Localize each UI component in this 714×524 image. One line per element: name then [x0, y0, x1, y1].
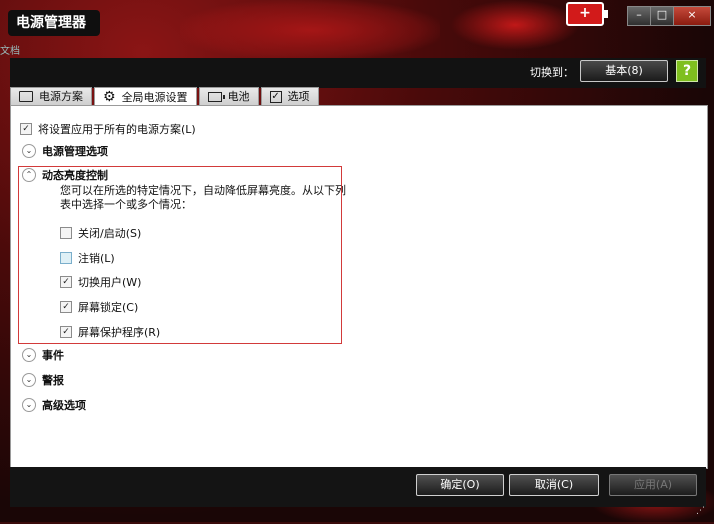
tab-label: 选项 — [287, 90, 310, 103]
tab-power-plan[interactable]: 电源方案 — [10, 87, 92, 105]
apply-all-checkbox[interactable]: ✓ — [20, 123, 32, 135]
minimize-button[interactable]: – — [627, 6, 651, 26]
shutdown-startup-checkbox[interactable] — [60, 227, 72, 239]
section-events[interactable]: ⌄ 事件 — [22, 347, 64, 363]
section-advanced[interactable]: ⌄ 高级选项 — [22, 397, 86, 413]
logoff-checkbox[interactable] — [60, 252, 72, 264]
tab-label: 电源方案 — [39, 90, 83, 103]
option-label: 注销(L) — [78, 252, 115, 265]
dynamic-description: 您可以在所选的特定情况下，自动降低屏幕亮度。从以下列表中选择一个或多个情况： — [60, 184, 346, 211]
section-alerts[interactable]: ⌄ 警报 — [22, 372, 64, 388]
apply-all-row[interactable]: ✓ 将设置应用于所有的电源方案(L) — [20, 121, 196, 137]
option-label: 关闭/启动(S) — [78, 227, 142, 240]
option-label: 屏幕锁定(C) — [78, 301, 139, 314]
window-title: 电源管理器 — [8, 10, 100, 36]
chevron-down-icon[interactable]: ⌄ — [22, 144, 36, 158]
battery-icon — [207, 91, 225, 102]
window-controls: – □ × — [627, 6, 711, 26]
screen-lock-checkbox[interactable]: ✓ — [60, 301, 72, 313]
section-title: 高级选项 — [42, 399, 86, 412]
chevron-down-icon[interactable]: ⌄ — [22, 348, 36, 362]
window-icon — [19, 91, 33, 102]
close-button[interactable]: × — [673, 6, 711, 26]
option-switch-user[interactable]: ✓ 切换用户(W) — [60, 274, 141, 290]
apply-button[interactable]: 应用(A) — [609, 474, 697, 496]
section-title: 警报 — [42, 374, 64, 387]
option-screen-lock[interactable]: ✓ 屏幕锁定(C) — [60, 299, 138, 315]
option-logoff[interactable]: 注销(L) — [60, 250, 115, 266]
maximize-button[interactable]: □ — [650, 6, 674, 26]
basic-mode-button[interactable]: 基本(8) — [580, 60, 668, 82]
switch-user-checkbox[interactable]: ✓ — [60, 276, 72, 288]
background-text: 文档 — [0, 46, 20, 57]
background-splatter — [180, 0, 440, 60]
section-dynamic-brightness[interactable]: ⌃ 动态亮度控制 — [22, 167, 108, 183]
chevron-down-icon[interactable]: ⌄ — [22, 398, 36, 412]
resize-grip-icon[interactable]: ⋰ — [696, 506, 705, 516]
option-screensaver[interactable]: ✓ 屏幕保护程序(R) — [60, 324, 160, 340]
tab-label: 电池 — [227, 90, 250, 103]
gear-icon: ⚙ — [103, 88, 116, 105]
chevron-down-icon[interactable]: ⌄ — [22, 373, 36, 387]
option-label: 切换用户(W) — [78, 276, 142, 289]
battery-app-icon: + — [566, 2, 608, 26]
section-title: 事件 — [42, 349, 64, 362]
checkbox-icon: ✓ — [269, 90, 282, 103]
apply-all-label: 将设置应用于所有的电源方案(L) — [38, 123, 196, 136]
tab-global-power-settings[interactable]: ⚙ 全局电源设置 — [94, 87, 197, 106]
ok-button[interactable]: 确定(O) — [416, 474, 504, 496]
screensaver-checkbox[interactable]: ✓ — [60, 326, 72, 338]
cancel-button[interactable]: 取消(C) — [509, 474, 599, 496]
section-title: 动态亮度控制 — [42, 169, 108, 182]
background-splatter — [450, 0, 580, 50]
tab-bar: 电源方案 ⚙ 全局电源设置 电池 ✓ 选项 — [10, 87, 321, 106]
option-label: 屏幕保护程序(R) — [78, 326, 161, 339]
footer-bar — [10, 467, 706, 507]
tab-options[interactable]: ✓ 选项 — [260, 87, 319, 105]
chevron-up-icon[interactable]: ⌃ — [22, 168, 36, 182]
tab-battery[interactable]: 电池 — [198, 87, 259, 105]
tab-label: 全局电源设置 — [121, 90, 188, 104]
help-icon[interactable]: ? — [676, 60, 698, 82]
option-shutdown-startup[interactable]: 关闭/启动(S) — [60, 225, 141, 241]
section-power-options[interactable]: ⌄ 电源管理选项 — [22, 143, 108, 159]
switch-to-label: 切换到： — [530, 66, 574, 79]
section-title: 电源管理选项 — [42, 145, 108, 158]
